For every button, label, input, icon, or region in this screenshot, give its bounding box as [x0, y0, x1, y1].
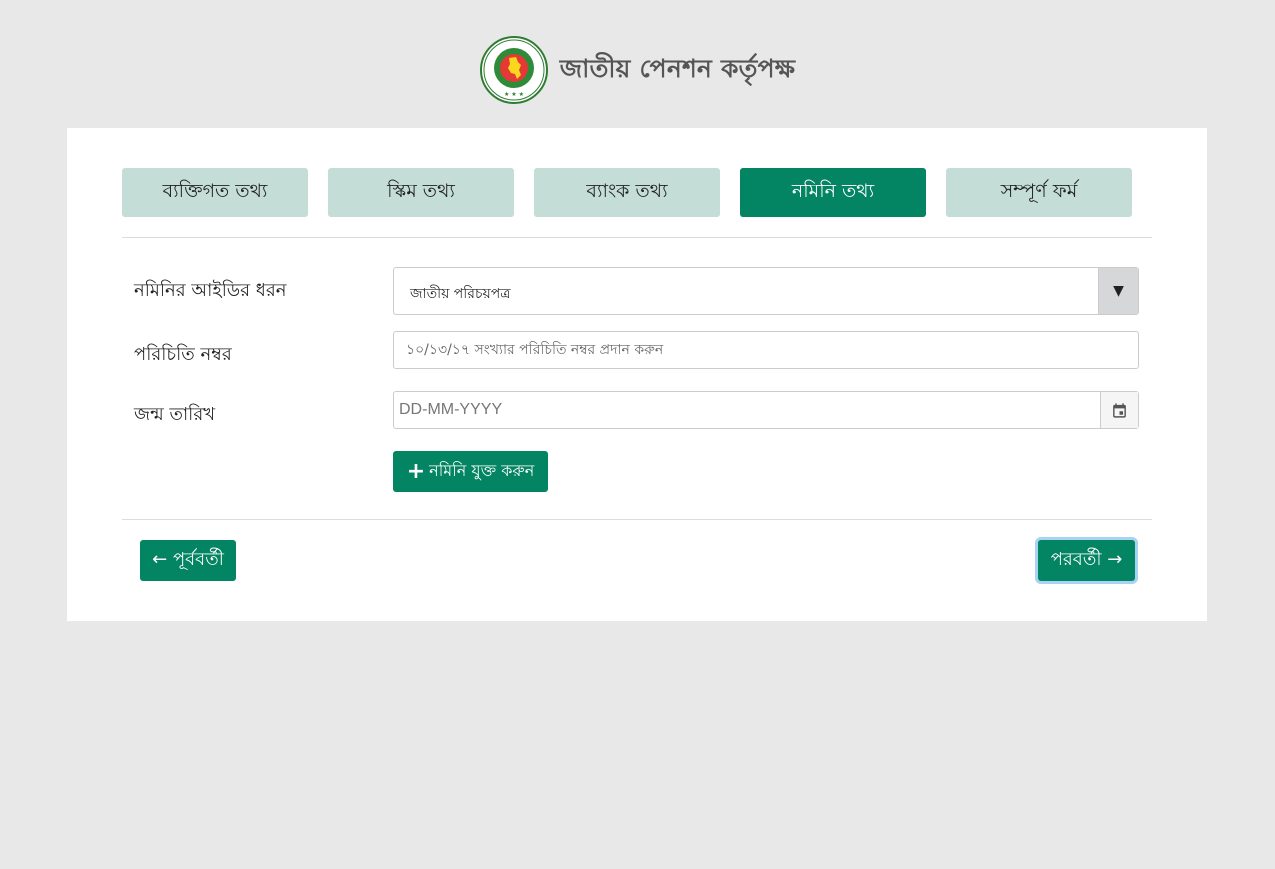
id-number-input[interactable] [393, 331, 1139, 369]
id-type-select[interactable]: জাতীয় পরিচয়পত্র ▼ [393, 267, 1139, 315]
divider [122, 519, 1152, 520]
dob-label: জন্ম তারিখ [134, 404, 216, 425]
id-number-label: পরিচিতি নম্বর [134, 344, 232, 365]
calendar-icon[interactable] [1100, 392, 1138, 428]
dob-field [393, 391, 1139, 429]
step-tabs: ব্যক্তিগত তথ্য স্কিম তথ্য ব্যাংক তথ্য নম… [122, 168, 1132, 217]
site-header: ★ ★ ★ জাতীয় পেনশন কর্তৃপক্ষ [0, 34, 1275, 106]
next-button[interactable]: পরবর্তী → [1038, 540, 1135, 581]
previous-button[interactable]: ← পূর্ববর্তী [140, 540, 236, 581]
id-type-label: নমিনির আইডির ধরন [134, 280, 287, 301]
plus-icon: + [406, 458, 426, 484]
dob-input[interactable] [394, 392, 1101, 428]
dropdown-arrow-icon[interactable]: ▼ [1098, 268, 1138, 314]
government-seal-icon: ★ ★ ★ [479, 36, 548, 104]
add-nominee-button[interactable]: + নমিনি যুক্ত করুন [393, 451, 548, 492]
tab-scheme-info[interactable]: স্কিম তথ্য [328, 168, 514, 217]
tab-complete-form[interactable]: সম্পূর্ণ ফর্ম [946, 168, 1132, 217]
tab-personal-info[interactable]: ব্যক্তিগত তথ্য [122, 168, 308, 217]
add-nominee-label: নমিনি যুক্ত করুন [429, 461, 535, 480]
tab-nominee-info[interactable]: নমিনি তথ্য [740, 168, 926, 217]
tab-bank-info[interactable]: ব্যাংক তথ্য [534, 168, 720, 217]
form-card: ব্যক্তিগত তথ্য স্কিম তথ্য ব্যাংক তথ্য নম… [67, 128, 1207, 621]
divider [122, 237, 1152, 238]
id-type-selected-value: জাতীয় পরিচয়পত্র [410, 286, 511, 302]
svg-text:★ ★ ★: ★ ★ ★ [504, 91, 524, 98]
site-title: জাতীয় পেনশন কর্তৃপক্ষ [559, 53, 796, 83]
